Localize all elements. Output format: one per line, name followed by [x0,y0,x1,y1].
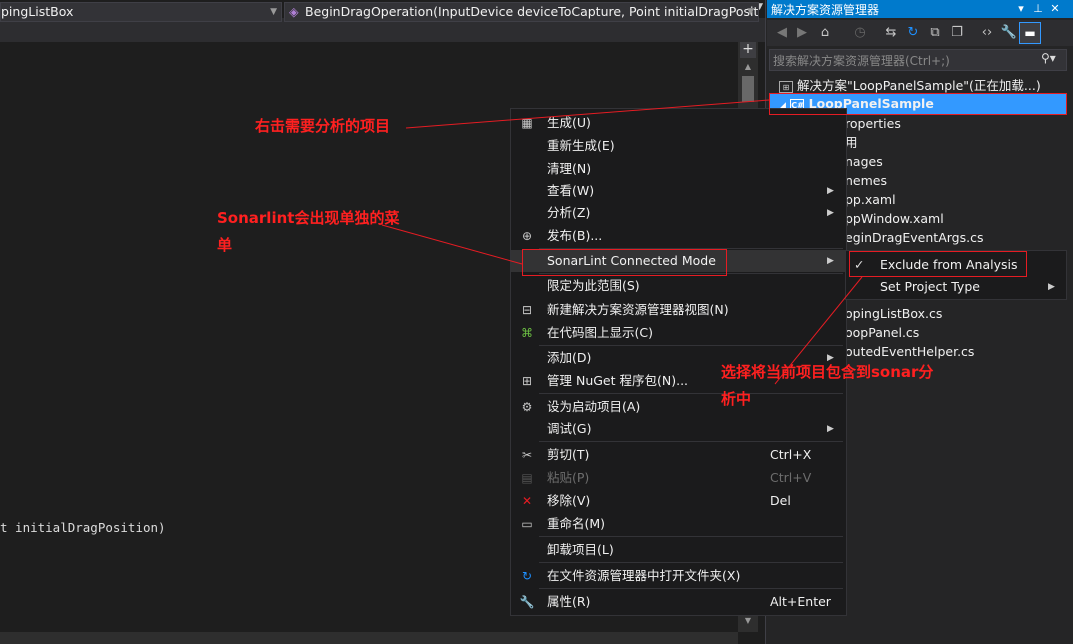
annotation-note-2-line1: Sonarlint会出现单独的菜 [217,209,400,227]
annotation-note-2-line2: 单 [217,236,233,254]
annotation-note-3-line2: 析中 [721,390,752,408]
annotation-line-sonarlint [381,224,523,265]
annotation-line-project [405,99,770,129]
annotation-note-3-line1: 选择将当前项目包含到sonar分 [721,363,934,381]
annotation-note-1: 右击需要分析的项目 [255,117,391,135]
annotation-arrows [381,99,863,385]
